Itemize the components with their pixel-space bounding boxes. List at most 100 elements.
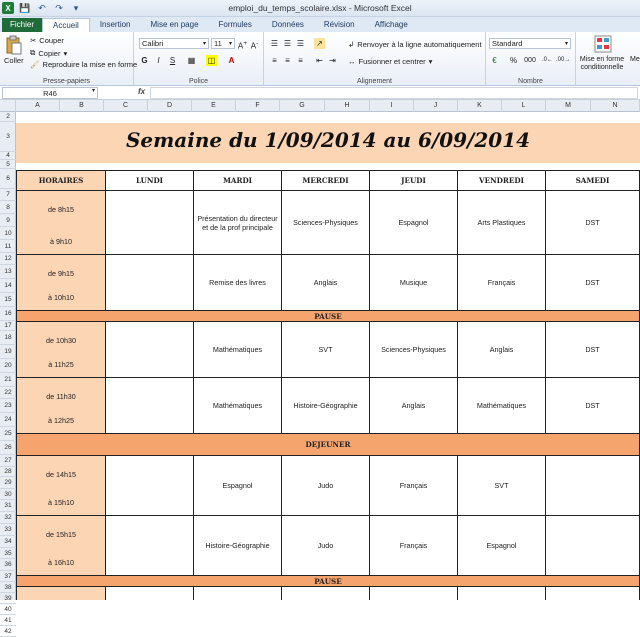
insert-function-icon[interactable]: fx (138, 87, 145, 96)
subject-cell[interactable]: Histoire-Géographie (193, 515, 282, 576)
row-header[interactable]: 28 (0, 467, 16, 477)
subject-cell[interactable]: Présentation du directeur et de la prof … (193, 190, 282, 255)
subject-cell[interactable] (105, 190, 194, 255)
align-right-icon[interactable]: ≡ (295, 55, 306, 66)
subject-cell[interactable] (105, 455, 194, 516)
subject-cell[interactable]: Musique (369, 254, 458, 311)
shrink-font-icon[interactable]: A- (249, 38, 260, 51)
subject-cell[interactable]: Français (369, 455, 458, 516)
break-label[interactable]: PAUSE (16, 575, 640, 587)
subject-cell[interactable]: Mathématiques (193, 377, 282, 434)
increase-indent-icon[interactable]: ⇥ (327, 55, 338, 66)
name-box[interactable]: R46 (2, 87, 98, 99)
subject-cell[interactable] (545, 515, 640, 576)
row-header[interactable]: 31 (0, 500, 16, 512)
subject-cell[interactable]: Anglais (457, 321, 546, 378)
row-header[interactable]: 7 (0, 189, 16, 201)
subject-cell[interactable] (105, 377, 194, 434)
column-header[interactable]: A (16, 100, 60, 112)
subject-cell[interactable]: Sciences-Physiques (369, 321, 458, 378)
row-header[interactable]: 18 (0, 331, 16, 345)
row-header[interactable]: 29 (0, 477, 16, 489)
row-header[interactable]: 20 (0, 359, 16, 373)
thousands-button[interactable]: 000 (522, 55, 538, 66)
column-header[interactable]: D (148, 100, 192, 112)
day-header[interactable]: MERCREDI (281, 170, 370, 191)
day-header[interactable]: MARDI (193, 170, 282, 191)
subject-cell[interactable]: Sciences-Physiques (281, 190, 370, 255)
row-header[interactable]: 35 (0, 548, 16, 559)
subject-cell[interactable]: Français (369, 515, 458, 576)
currency-icon[interactable]: € (489, 55, 500, 66)
day-header[interactable]: SAMEDI (545, 170, 640, 191)
tab-revision[interactable]: Révision (314, 18, 365, 32)
column-header[interactable]: H (325, 100, 370, 112)
tab-fichier[interactable]: Fichier (2, 18, 43, 32)
tab-formules[interactable]: Formules (209, 18, 262, 32)
row-header[interactable]: 8 (0, 201, 16, 214)
percent-button[interactable]: % (508, 55, 519, 66)
row-header[interactable]: 32 (0, 512, 16, 524)
row-header[interactable]: 25 (0, 427, 16, 441)
subject-cell[interactable]: Espagnol (457, 515, 546, 576)
copy-button[interactable]: ⧉ Copier ▾ (30, 48, 67, 58)
column-header[interactable]: L (502, 100, 546, 112)
italic-button[interactable]: I (153, 55, 164, 66)
font-color-icon[interactable]: A (226, 55, 237, 66)
row-header[interactable]: 22 (0, 387, 16, 399)
time-slot-cell[interactable]: de 8h15 à 9h10 (16, 190, 106, 255)
align-bottom-icon[interactable]: ☰ (295, 38, 306, 49)
column-header[interactable]: F (236, 100, 280, 112)
select-all-corner[interactable] (0, 100, 16, 112)
time-slot-cell[interactable]: de 16h30 (16, 586, 106, 600)
row-header[interactable]: 9 (0, 214, 16, 227)
column-header[interactable]: B (60, 100, 104, 112)
subject-cell[interactable] (105, 254, 194, 311)
subject-cell[interactable]: Anglais (281, 254, 370, 311)
row-header[interactable]: 12 (0, 253, 16, 265)
day-header[interactable]: VENDREDI (457, 170, 546, 191)
day-header[interactable]: JEUDI (369, 170, 458, 191)
day-header[interactable]: HORAIRES (16, 170, 106, 191)
subject-cell[interactable]: Espagnol (369, 190, 458, 255)
tab-donnees[interactable]: Données (262, 18, 314, 32)
subject-cell[interactable]: Mathématiques (193, 321, 282, 378)
row-header[interactable]: 3 (0, 122, 16, 152)
row-header[interactable]: 15 (0, 293, 16, 307)
subject-cell[interactable]: EPS (193, 586, 282, 600)
column-header[interactable]: C (104, 100, 148, 112)
row-header[interactable]: 42 (0, 626, 16, 637)
column-header[interactable]: M (546, 100, 591, 112)
subject-cell[interactable]: Mathématiques (457, 377, 546, 434)
decrease-indent-icon[interactable]: ⇤ (314, 55, 325, 66)
row-header[interactable]: 10 (0, 227, 16, 240)
subject-cell[interactable]: Anglais (369, 377, 458, 434)
day-header[interactable]: LUNDI (105, 170, 194, 191)
row-header[interactable]: 2 (0, 112, 16, 122)
subject-cell[interactable] (105, 586, 194, 600)
format-painter-button[interactable]: 🖌 Reproduire la mise en forme (30, 60, 137, 69)
subject-cell[interactable] (545, 586, 640, 600)
subject-cell[interactable] (105, 321, 194, 378)
row-header[interactable]: 36 (0, 559, 16, 571)
row-header[interactable]: 30 (0, 489, 16, 500)
grow-font-icon[interactable]: A+ (237, 38, 248, 51)
subject-cell[interactable]: DST (545, 377, 640, 434)
bold-button[interactable]: G (139, 55, 150, 66)
subject-cell[interactable]: Remise des livres (193, 254, 282, 311)
row-header[interactable]: 19 (0, 345, 16, 359)
row-header[interactable]: 26 (0, 441, 16, 455)
font-size-select[interactable]: 11 ▾ (211, 38, 235, 49)
row-header[interactable]: 38 (0, 582, 16, 593)
subject-cell[interactable]: Judo (281, 515, 370, 576)
break-label[interactable]: PAUSE (16, 310, 640, 322)
column-header[interactable]: N (591, 100, 640, 112)
number-format-select[interactable]: Standard ▾ (489, 38, 571, 49)
row-header[interactable]: 24 (0, 413, 16, 427)
row-header[interactable]: 21 (0, 373, 16, 387)
break-label[interactable]: DEJEUNER (16, 433, 640, 456)
subject-cell[interactable]: DST (545, 254, 640, 311)
align-center-icon[interactable]: ≡ (282, 55, 293, 66)
subject-cell[interactable]: Français (457, 254, 546, 311)
row-header[interactable]: 33 (0, 524, 16, 536)
